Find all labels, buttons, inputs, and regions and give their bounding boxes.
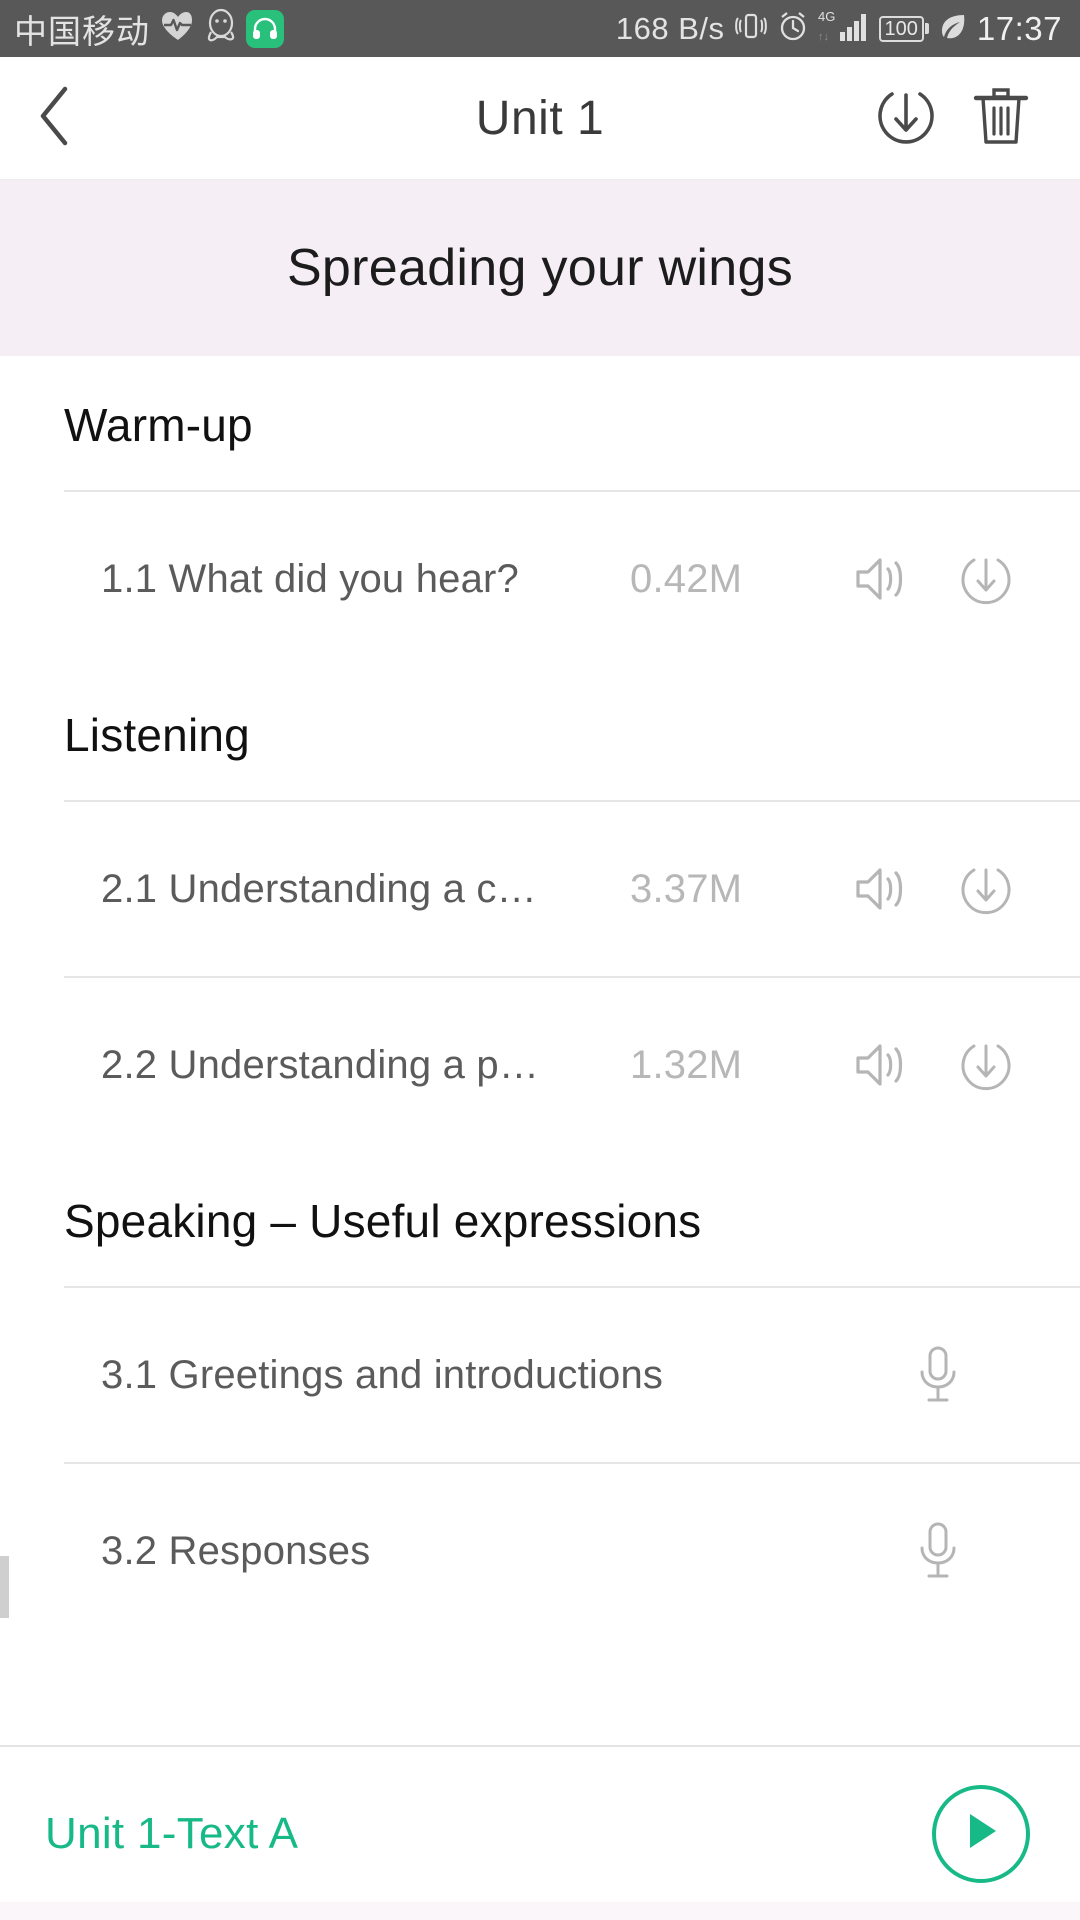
battery-level-label: 100 [878,15,924,42]
status-bar-left: 中国移动 [14,5,284,53]
nav-bar: Unit 1 [0,57,1080,180]
row-file-size: 3.37M [630,866,743,911]
leaf-icon [938,11,968,46]
microphone-icon[interactable] [886,1520,990,1582]
chevron-left-icon [35,85,75,152]
carrier-label: 中国移动 [14,11,150,51]
back-button[interactable] [0,57,110,179]
battery-nub [924,23,929,34]
svg-text:↑↓: ↑↓ [818,31,829,43]
play-button[interactable] [932,1784,1030,1883]
signal-4g-icon: 4G ↑↓ [818,8,870,49]
play-icon [961,1809,1001,1858]
lesson-banner: Spreading your wings [0,180,1080,356]
row-label: 3.1 Greetings and introductions [101,1352,664,1397]
row-file-size: 0.42M [630,556,743,601]
status-bar: 中国移动 168 B/s 4G ↑↓ 100 17:37 [0,0,1080,57]
speaker-icon[interactable] [830,1039,934,1091]
download-icon[interactable] [934,1036,1038,1094]
scrollbar[interactable] [0,356,9,1618]
download-icon[interactable] [934,860,1038,918]
vibrate-icon [734,9,768,48]
row-label: 3.2 Responses [101,1528,371,1573]
trash-icon[interactable] [970,82,1032,155]
table-row[interactable]: 3.1 Greetings and introductions [64,1286,1080,1462]
table-row[interactable]: 2.1 Understanding a c… 3.37M [64,800,1080,976]
scrollbar-thumb[interactable] [0,1556,9,1618]
player-bar: Unit 1-Text A [0,1745,1080,1920]
lesson-title: Spreading your wings [286,239,794,297]
row-file-size: 1.32M [630,1042,743,1087]
qq-penguin-icon [206,8,236,49]
speaker-icon[interactable] [830,863,934,915]
net-speed-label: 168 B/s [615,10,725,46]
row-label: 1.1 What did you hear? [101,556,519,601]
status-bar-right: 168 B/s 4G ↑↓ 100 17:37 [616,8,1062,49]
nav-actions [872,82,1080,155]
alarm-clock-icon [777,10,809,47]
lesson-list[interactable]: Warm-up 1.1 What did you hear? 0.42M Lis… [0,356,1080,1618]
section-heading-speaking: Speaking – Useful expressions [64,1195,702,1247]
bottom-nav-hint [0,1902,1080,1920]
download-icon[interactable] [934,550,1038,608]
row-label: 2.1 Understanding a c… [101,866,537,911]
section-heading-warm-up: Warm-up [64,399,253,451]
microphone-icon[interactable] [886,1344,990,1406]
speaker-icon[interactable] [830,553,934,605]
section-heading-listening: Listening [64,709,250,761]
row-label: 2.2 Understanding a p… [101,1042,540,1087]
table-row[interactable]: 1.1 What did you hear? 0.42M [64,490,1080,666]
table-row[interactable]: 3.2 Responses [64,1462,1080,1618]
battery-icon: 100 [878,15,929,42]
download-circle-icon[interactable] [872,82,940,155]
clock-label: 17:37 [976,9,1062,47]
player-track-title[interactable]: Unit 1-Text A [45,1809,298,1859]
heart-pulse-icon [160,10,196,47]
svg-text:4G: 4G [818,9,835,24]
headphones-app-icon [246,9,284,48]
table-row[interactable]: 2.2 Understanding a p… 1.32M [64,976,1080,1152]
